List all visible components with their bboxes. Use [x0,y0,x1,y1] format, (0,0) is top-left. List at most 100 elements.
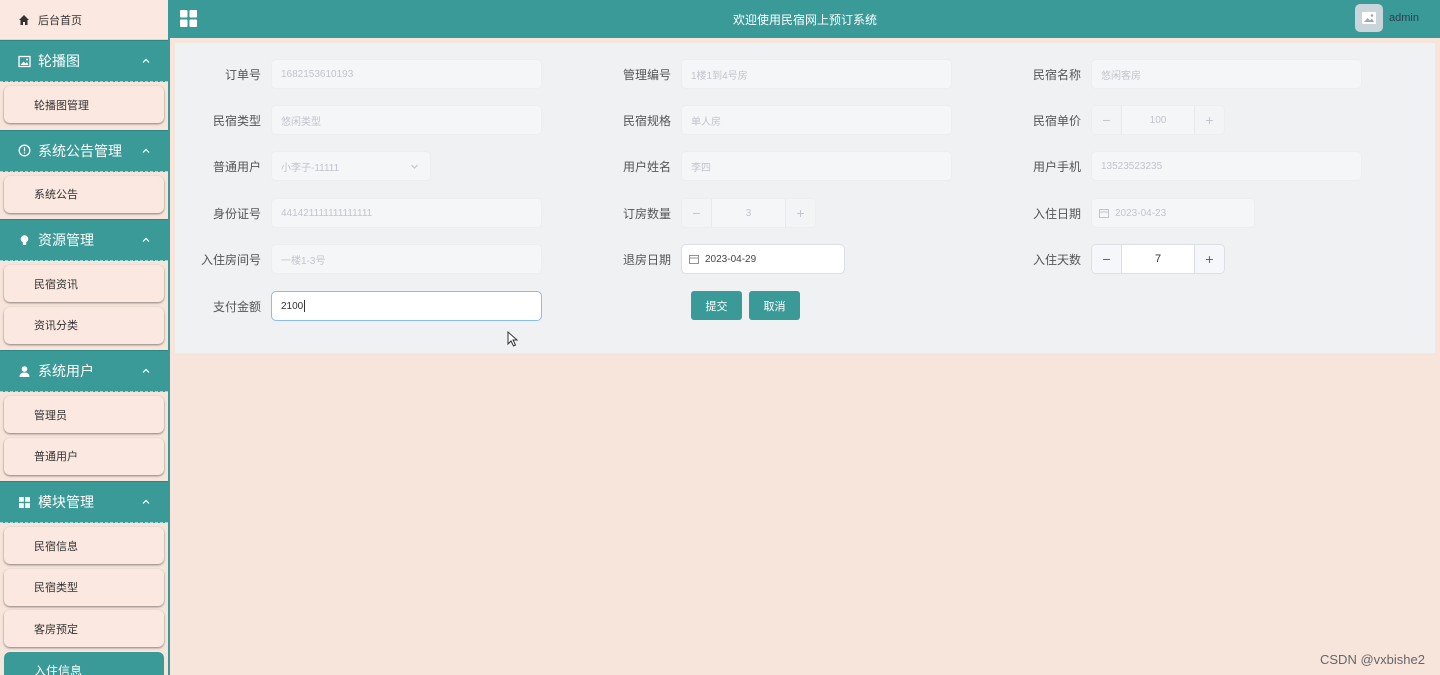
chevron-up-icon [142,58,150,63]
sidebar-item-admin[interactable]: 管理员 [4,396,164,433]
decrement-button[interactable]: − [1092,106,1122,134]
increment-button[interactable]: + [785,199,815,227]
sidebar-item-label: 民宿类型 [34,582,78,594]
sidebar-group-label: 系统用户 [38,363,94,379]
manage-no-input[interactable]: 1楼1到4号房 [681,59,952,89]
payment-input[interactable]: 2100 [271,291,542,321]
sidebar: 后台首页 轮播图 轮播图管理 系统公告管理 系统公告 资源管理 民宿资讯 资讯分… [0,0,170,675]
chevron-up-icon [142,368,150,373]
sidebar-item-home[interactable]: 后台首页 [0,0,168,40]
menu-grid-icon[interactable] [180,10,197,27]
sidebar-group-system-users[interactable]: 系统用户 [0,350,168,392]
sidebar-sublist: 管理员 普通用户 [0,392,168,481]
top-header: 欢迎使用民宿网上预订系统 admin [170,0,1440,38]
sidebar-item-label: 后台首页 [38,14,82,27]
stay-days-stepper: − 7 + [1091,244,1225,274]
user-name-input[interactable]: 李四 [681,151,952,181]
normal-user-select[interactable]: 小李子-11111 [271,151,431,181]
room-count-stepper: − 3 + [681,198,816,228]
homestay-spec-input[interactable]: 单人房 [681,105,952,135]
field-user-phone: 用户手机 13523523235 [995,151,1362,181]
homestay-type-input[interactable]: 悠闲类型 [271,105,542,135]
calendar-icon [689,254,700,265]
room-number-input[interactable]: 一楼1-3号 [271,244,542,274]
field-user-name: 用户姓名 李四 [585,151,952,181]
field-homestay-type: 民宿类型 悠闲类型 [175,105,542,135]
submit-button[interactable]: 提交 [691,291,742,320]
sidebar-group-label: 轮播图 [38,53,80,69]
id-card-input[interactable]: 441421111111111111 [271,198,542,228]
chevron-up-icon [142,499,150,504]
sidebar-group-label: 资源管理 [38,232,94,248]
field-label: 订房数量 [622,206,671,221]
sidebar-item-room-booking[interactable]: 客房预定 [4,610,164,647]
chevron-down-icon [411,164,418,169]
date-value: 2023-04-23 [1115,207,1167,219]
field-checkout-date: 退房日期 2023-04-29 [585,244,845,274]
field-label: 入住天数 [1032,252,1081,267]
sidebar-item-news-category[interactable]: 资讯分类 [4,306,164,344]
sidebar-item-carousel-manage[interactable]: 轮播图管理 [4,86,164,123]
sidebar-item-label: 轮播图管理 [34,99,89,112]
order-no-input[interactable]: 1682153610193 [271,59,542,89]
sidebar-item-checkin-info[interactable]: 入住信息 [4,651,164,675]
field-homestay-spec: 民宿规格 单人房 [585,105,952,135]
sidebar-group-modules[interactable]: 模块管理 [0,481,168,523]
field-label: 用户手机 [1032,159,1081,174]
field-unit-price: 民宿单价 − 100 + [995,105,1225,135]
field-room-number: 入住房间号 一楼1-3号 [175,244,542,274]
sidebar-group-announcements[interactable]: 系统公告管理 [0,129,168,172]
mouse-cursor-icon [507,331,519,347]
picture-icon [18,54,32,68]
increment-button[interactable]: + [1194,245,1224,273]
cancel-button[interactable]: 取消 [749,291,800,320]
room-count-value[interactable]: 3 [712,199,785,227]
sidebar-item-label: 资讯分类 [34,320,78,332]
info-icon [18,144,32,158]
unit-price-stepper: − 100 + [1091,105,1225,135]
sidebar-item-label: 客房预定 [34,623,78,636]
decrement-button[interactable]: − [1092,245,1122,273]
sidebar-item-announcement[interactable]: 系统公告 [4,175,164,213]
sidebar-item-normal-user[interactable]: 普通用户 [4,437,164,475]
sidebar-item-homestay-info[interactable]: 民宿信息 [4,527,164,564]
field-label: 民宿名称 [1032,67,1081,82]
sidebar-group-carousel[interactable]: 轮播图 [0,40,168,82]
username[interactable]: admin [1389,12,1419,24]
sidebar-item-label: 民宿资讯 [34,278,78,291]
home-icon [18,13,32,27]
sidebar-group-resources[interactable]: 资源管理 [0,219,168,261]
select-value: 小李子-11111 [281,162,340,174]
sidebar-sublist: 民宿信息 民宿类型 客房预定 入住信息 [0,523,168,675]
unit-price-value[interactable]: 100 [1122,106,1194,134]
increment-button[interactable]: + [1194,106,1224,134]
field-label: 管理编号 [622,67,671,82]
sidebar-item-homestay-news[interactable]: 民宿资讯 [4,265,164,302]
stay-days-value[interactable]: 7 [1122,245,1194,273]
field-order-no: 订单号 1682153610193 [175,59,542,89]
field-label: 民宿类型 [212,113,261,128]
field-label: 支付金额 [212,299,261,314]
bulb-icon [18,233,32,247]
sidebar-item-label: 普通用户 [34,451,78,463]
image-icon [1362,12,1376,24]
checkin-date-picker[interactable]: 2023-04-23 [1091,198,1255,228]
field-label: 退房日期 [622,252,671,267]
form-panel: 订单号 1682153610193 管理编号 1楼1到4号房 民宿名称 悠闲客房… [175,43,1435,353]
field-homestay-name: 民宿名称 悠闲客房 [995,59,1362,89]
page-title: 欢迎使用民宿网上预订系统 [732,12,877,27]
sidebar-item-homestay-type[interactable]: 民宿类型 [4,568,164,606]
checkout-date-picker[interactable]: 2023-04-29 [681,244,845,274]
payment-value: 2100 [281,300,304,312]
decrement-button[interactable]: − [682,199,712,227]
field-label: 入住房间号 [200,252,261,267]
sidebar-group-label: 系统公告管理 [38,142,122,159]
homestay-name-input[interactable]: 悠闲客房 [1091,59,1362,89]
field-label: 订单号 [224,67,261,82]
field-stay-days: 入住天数 − 7 + [995,244,1225,274]
sidebar-item-label: 入住信息 [34,663,83,675]
field-manage-no: 管理编号 1楼1到4号房 [585,59,952,89]
avatar[interactable] [1355,4,1383,32]
user-phone-input[interactable]: 13523523235 [1091,151,1362,181]
sidebar-item-label: 系统公告 [34,189,78,201]
